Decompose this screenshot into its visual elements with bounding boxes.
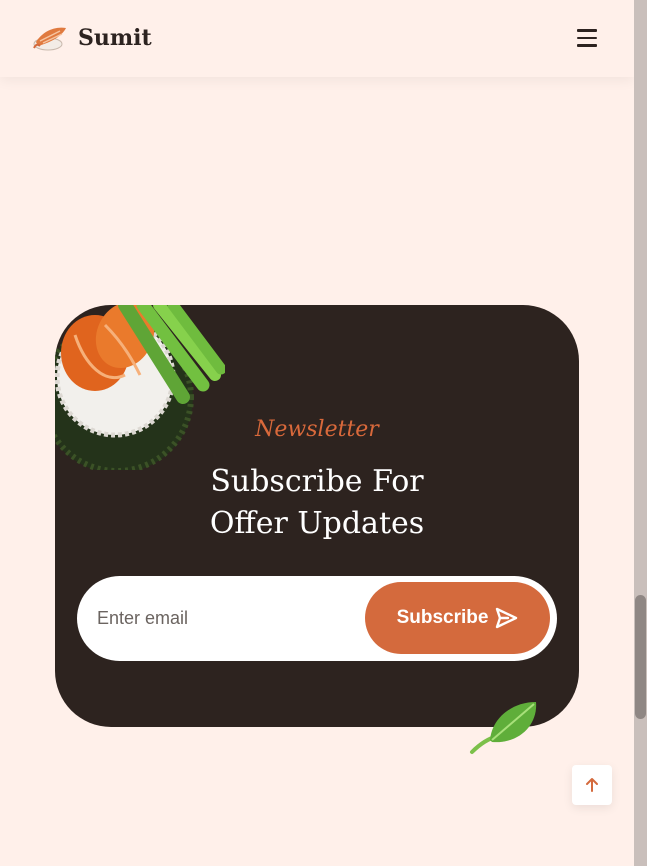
subscribe-form: Subscribe	[77, 576, 557, 661]
hamburger-menu-icon[interactable]	[574, 26, 600, 50]
sushi-roll-illustration	[55, 305, 225, 470]
subscribe-button-label: Subscribe	[396, 607, 489, 628]
brand-name: Sumit	[78, 25, 152, 51]
brand-logo[interactable]: Sumit	[32, 22, 152, 54]
email-field[interactable]	[97, 598, 357, 638]
arrow-up-icon	[586, 778, 598, 792]
sushi-logo-icon	[33, 27, 66, 51]
leaf-decoration-icon	[470, 702, 537, 754]
page-scrollbar[interactable]	[634, 0, 647, 866]
sushi-roll-image	[55, 305, 225, 470]
scroll-to-top-button[interactable]	[572, 765, 612, 805]
newsletter-title-line2: Offer Updates	[209, 506, 425, 541]
send-arrow-icon	[496, 607, 518, 629]
site-header: Sumit	[0, 0, 634, 77]
subscribe-button[interactable]: Subscribe	[365, 582, 550, 654]
newsletter-title: Subscribe For Offer Updates	[55, 461, 579, 545]
scrollbar-thumb[interactable]	[635, 595, 646, 719]
